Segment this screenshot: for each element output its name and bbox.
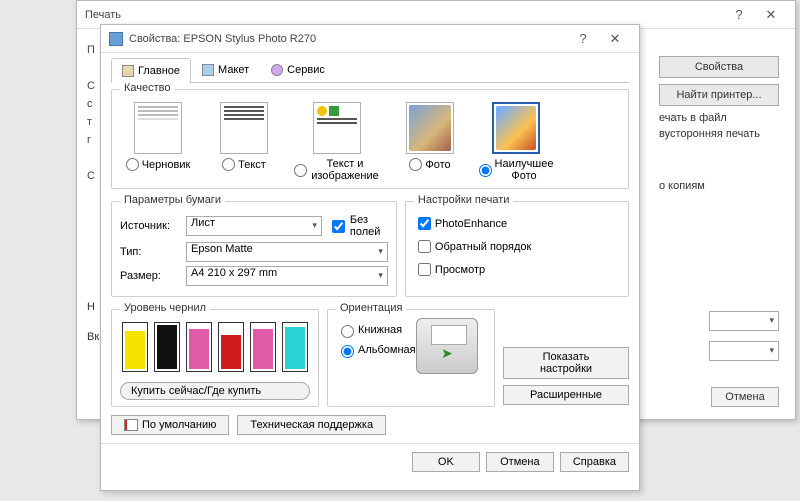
source-select[interactable]: Лист▾ <box>186 216 322 236</box>
props-titlebar: Свойства: EPSON Stylus Photo R270 ? ✕ <box>101 25 639 53</box>
preview-checkbox[interactable] <box>418 263 431 276</box>
tab-main[interactable]: Главное <box>111 58 191 83</box>
tab-service[interactable]: Сервис <box>260 57 336 82</box>
ink-cart-2 <box>186 322 212 372</box>
print-title: Печать <box>85 9 121 21</box>
quality-group: Качество Черновик Текст Текст и изображе… <box>111 89 629 189</box>
props-title: Свойства: EPSON Stylus Photo R270 <box>129 33 316 45</box>
reverse-checkbox[interactable] <box>418 240 431 253</box>
print-to-file-label: ечать в файл <box>659 112 727 124</box>
quality-radio-text[interactable] <box>222 158 235 171</box>
quality-radio-draft[interactable] <box>126 158 139 171</box>
settings-group: Настройки печати PhotoEnhance Обратный п… <box>405 201 629 297</box>
help-button[interactable]: Справка <box>560 452 629 472</box>
print-left-stubs: П С с т г С <box>87 41 95 185</box>
gear-icon <box>271 64 283 76</box>
source-label: Источник: <box>120 220 180 232</box>
ink-levels <box>120 318 310 376</box>
combo-stub-1[interactable]: ▾ <box>709 311 779 331</box>
paper-group: Параметры бумаги Источник: Лист▾ Без пол… <box>111 201 397 297</box>
settings-title: Настройки печати <box>414 194 514 206</box>
dialog-footer: OK Отмена Справка <box>101 443 639 480</box>
copies-label: о копиям <box>659 180 779 192</box>
ink-cart-1 <box>154 322 180 372</box>
type-label: Тип: <box>120 246 180 258</box>
home-icon <box>122 65 134 77</box>
print-right-column: Свойства Найти принтер... ечать в файл в… <box>659 56 779 192</box>
borderless-checkbox[interactable] <box>332 220 345 233</box>
combo-stub-2[interactable]: ▾ <box>709 341 779 361</box>
properties-dialog: Свойства: EPSON Stylus Photo R270 ? ✕ Гл… <box>100 24 640 491</box>
tech-support-button[interactable]: Техническая поддержка <box>237 415 386 435</box>
ink-cart-0 <box>122 322 148 372</box>
size-select[interactable]: A4 210 x 297 mm▾ <box>186 266 388 286</box>
orientation-group: Ориентация Книжная Альбомная <box>327 309 495 407</box>
ink-cart-4 <box>250 322 276 372</box>
quality-draft[interactable]: Черновик <box>122 102 194 182</box>
paper-title: Параметры бумаги <box>120 194 225 206</box>
layout-icon <box>202 64 214 76</box>
cancel-button[interactable]: Отмена <box>486 452 554 472</box>
quality-radio-photo[interactable] <box>409 158 422 171</box>
ink-cart-5 <box>282 322 308 372</box>
properties-button[interactable]: Свойства <box>659 56 779 78</box>
stub-na: Н <box>87 301 95 313</box>
portrait-radio[interactable] <box>341 325 354 338</box>
ink-cart-3 <box>218 322 244 372</box>
printer-preview-icon <box>416 318 478 374</box>
quality-textimage[interactable]: Текст и изображение <box>294 102 380 182</box>
buy-ink-button[interactable]: Купить сейчас/Где купить <box>120 382 310 400</box>
quality-title: Качество <box>120 82 175 94</box>
photoenhance-checkbox[interactable] <box>418 217 431 230</box>
find-printer-button[interactable]: Найти принтер... <box>659 84 779 106</box>
print-cancel-button[interactable]: Отмена <box>711 387 779 407</box>
quality-radio-bestphoto[interactable] <box>479 164 492 177</box>
tab-layout[interactable]: Макет <box>191 57 260 82</box>
ink-title: Уровень чернил <box>120 302 210 314</box>
props-help-icon[interactable]: ? <box>567 31 599 46</box>
tab-bar: Главное Макет Сервис <box>111 57 629 83</box>
ok-button[interactable]: OK <box>412 452 480 472</box>
defaults-button[interactable]: По умолчанию <box>111 415 229 435</box>
quality-photo[interactable]: Фото <box>394 102 466 182</box>
stub-vk: Вк <box>87 331 99 343</box>
duplex-label: вусторонняя печать <box>659 128 760 140</box>
close-icon[interactable]: ✕ <box>755 7 787 23</box>
quality-radio-textimage[interactable] <box>294 164 307 177</box>
size-label: Размер: <box>120 270 180 282</box>
props-close-icon[interactable]: ✕ <box>599 31 631 47</box>
printer-icon <box>109 32 123 46</box>
defaults-icon <box>124 419 138 431</box>
type-select[interactable]: Epson Matte▾ <box>186 242 388 262</box>
landscape-radio[interactable] <box>341 345 354 358</box>
help-icon[interactable]: ? <box>723 7 755 22</box>
advanced-button[interactable]: Расширенные <box>503 385 629 405</box>
ink-group: Уровень чернил Купить сейчас/Где купить <box>111 309 319 407</box>
quality-bestphoto[interactable]: Наилучшее Фото <box>480 102 552 182</box>
quality-text[interactable]: Текст <box>208 102 280 182</box>
orientation-title: Ориентация <box>336 302 406 314</box>
show-settings-button[interactable]: Показать настройки <box>503 347 629 379</box>
